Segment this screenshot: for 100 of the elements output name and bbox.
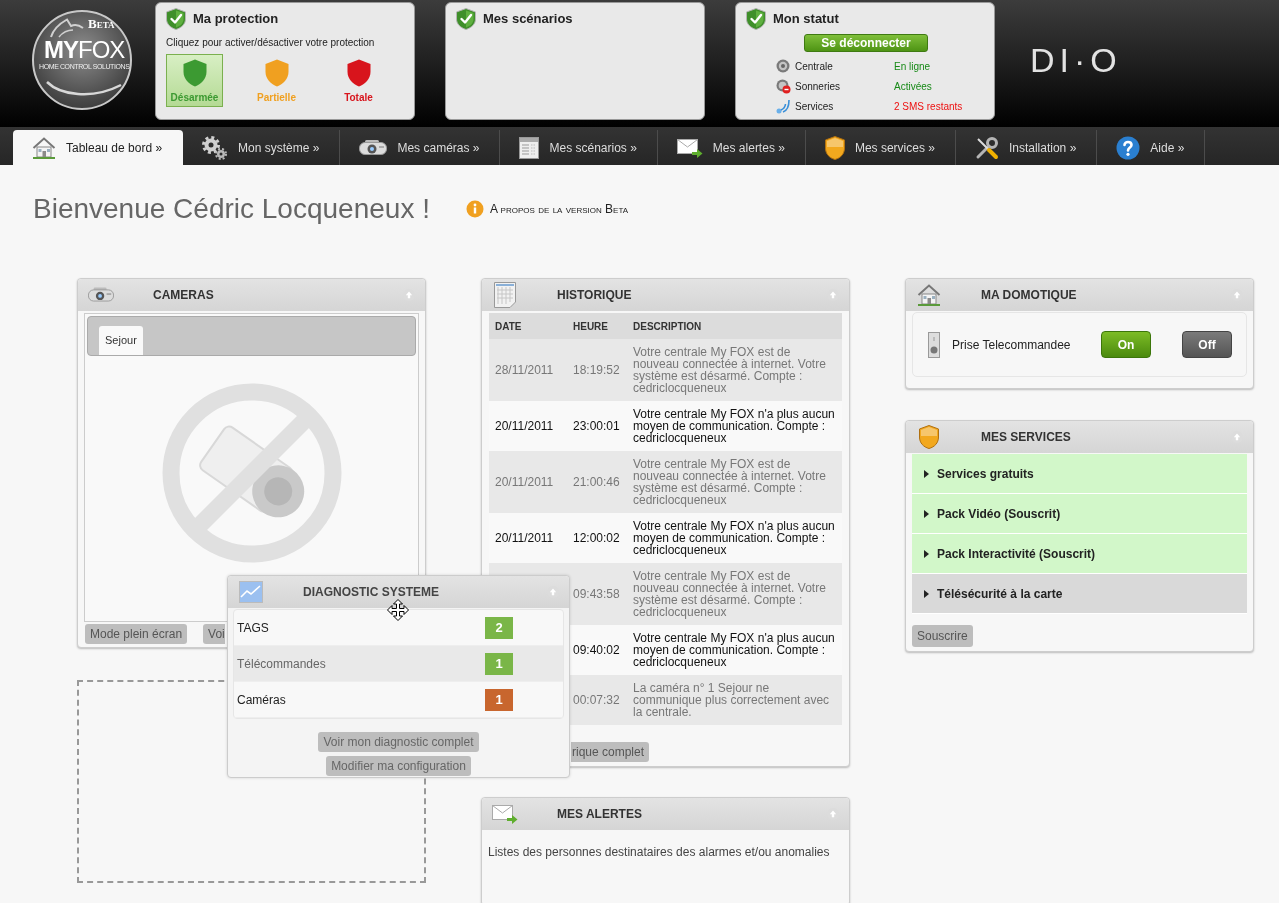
service-item[interactable]: Télésécurité à la carte <box>912 574 1247 614</box>
status-value: Activées <box>894 79 932 94</box>
nav-tab[interactable]: Installation » <box>955 130 1098 165</box>
panel-title: MES SERVICES <box>981 429 1071 446</box>
house-icon <box>32 136 56 159</box>
camera-action-button[interactable]: Mode plein écran <box>85 624 188 644</box>
shield-icon <box>919 425 939 449</box>
up-arrow-icon[interactable] <box>1231 431 1243 443</box>
protection-mode-button[interactable]: Totale <box>330 54 387 107</box>
device-name: Prise Telecommandee <box>952 336 1071 354</box>
history-button[interactable]: rique complet <box>571 742 650 762</box>
service-item[interactable]: Pack Vidéo (Souscrit) <box>912 494 1247 534</box>
date-cell: 20/11/2011 <box>489 513 567 563</box>
caret-icon <box>924 589 929 598</box>
projector-icon <box>88 286 114 304</box>
camera-action-button[interactable]: Voi <box>203 624 225 644</box>
brand-logo-text: DI·O <box>1030 42 1122 78</box>
description-cell: Votre centrale My FOX est de nouveau connectée à internet. Votre système est désarmé. Compte : cedriclocqueneux <box>627 451 842 513</box>
fox-drawing <box>50 18 84 38</box>
time-cell: 09:40:02 <box>567 625 627 675</box>
time-cell: 00:07:32 <box>567 675 627 725</box>
status-label: Services <box>795 99 835 114</box>
count-badge: 2 <box>485 616 513 639</box>
nav-tab[interactable]: Mes scénarios » <box>500 130 658 165</box>
count-badge: 1 <box>485 688 513 711</box>
description-cell: Votre centrale My FOX est de nouveau connectée à internet. Votre système est désarmé. Compte : cedriclocqueneux <box>627 563 842 625</box>
nav-tab[interactable]: Mon système » <box>183 130 341 165</box>
disc-alert-icon <box>776 78 791 94</box>
date-cell: 20/11/2011 <box>489 451 567 513</box>
nav-tab[interactable]: Mes services » <box>805 130 956 165</box>
status-value: 2 SMS restants <box>894 99 963 114</box>
nav-tab[interactable]: Tableau de bord » <box>13 130 184 165</box>
description-cell: Votre centrale My FOX est de nouveau connectée à internet. Votre système est désarmé. Compte : cedriclocqueneux <box>627 339 842 401</box>
time-cell: 23:00:01 <box>567 401 627 451</box>
off-button[interactable]: Off <box>1182 331 1232 358</box>
nav-tab[interactable]: Aide » <box>1097 130 1206 165</box>
about-link[interactable]: A propos de la version Beta <box>465 200 629 218</box>
protection-hint: Cliquez pour activer/désactiver votre protection <box>166 37 376 49</box>
caret-icon <box>924 509 929 518</box>
time-cell: 09:43:58 <box>567 563 627 625</box>
nav-tab[interactable]: Mes caméras » <box>340 130 501 165</box>
panel-title: CAMERAS <box>153 287 214 304</box>
shield-check-icon <box>456 8 476 30</box>
panel-title: DIAGNOSTIC SYSTEME <box>303 584 439 601</box>
panel-title: MES ALERTES <box>557 806 642 823</box>
status-label: Sonneries <box>795 79 842 94</box>
diagnostic-label: TAGS <box>237 619 269 637</box>
shield-icon <box>824 135 845 160</box>
camera-tab[interactable]: Sejour <box>99 326 143 355</box>
date-cell: 28/11/2011 <box>489 339 567 401</box>
status-label: Centrale <box>795 59 834 74</box>
date-cell: 20/11/2011 <box>489 401 567 451</box>
form-icon <box>519 136 540 159</box>
service-item[interactable]: Pack Interactivité (Souscrit) <box>912 534 1247 574</box>
gears-icon <box>202 135 229 160</box>
logo-wordmark: MYFOX <box>44 39 125 61</box>
document-icon <box>494 282 516 308</box>
description-cell: La caméra n° 1 Sejour ne communique plus correctement avec la centrale. <box>627 675 842 725</box>
nav-tab[interactable]: Mes alertes » <box>657 130 806 165</box>
info-icon <box>465 200 484 218</box>
help-icon <box>1116 135 1141 160</box>
column-header: DATE <box>489 313 567 339</box>
up-arrow-icon[interactable] <box>827 289 839 301</box>
description-cell: Votre centrale My FOX n'a plus aucun moyen de communication. Compte : cedriclocqueneux <box>627 625 842 675</box>
description-cell: Votre centrale My FOX n'a plus aucun moyen de communication. Compte : cedriclocqueneux <box>627 401 842 451</box>
projector-icon <box>359 138 388 157</box>
caret-icon <box>924 469 929 478</box>
subscribe-button[interactable]: Souscrire <box>912 625 973 647</box>
signal-icon <box>776 98 790 114</box>
disc-icon <box>776 59 790 73</box>
panel-title: Mon statut <box>773 10 839 29</box>
envelope-icon <box>676 136 703 159</box>
service-item[interactable]: Services gratuits <box>912 454 1247 494</box>
tools-icon <box>974 135 999 160</box>
up-arrow-icon[interactable] <box>403 289 415 301</box>
panel-title: Ma protection <box>193 10 279 29</box>
diagnostic-label: Caméras <box>237 691 286 709</box>
caret-icon <box>924 549 929 558</box>
up-arrow-icon[interactable] <box>547 586 559 598</box>
alerts-description: Listes des personnes destinataires des alarmes et/ou anomalies <box>487 844 831 861</box>
description-cell: Votre centrale My FOX n'a plus aucun moyen de communication. Compte : cedriclocqueneux <box>627 513 842 563</box>
panel-title: Mes scénarios <box>483 10 573 29</box>
time-cell: 21:00:46 <box>567 451 627 513</box>
time-cell: 12:00:02 <box>567 513 627 563</box>
power-socket-icon <box>928 331 940 358</box>
shield-check-icon <box>746 8 766 30</box>
column-header: DESCRIPTION <box>627 313 842 339</box>
diagnostic-label: Télécommandes <box>237 655 326 673</box>
up-arrow-icon[interactable] <box>827 808 839 820</box>
logo-beta-label: Beta <box>88 17 115 31</box>
chart-icon <box>239 581 263 603</box>
time-cell: 18:19:52 <box>567 339 627 401</box>
up-arrow-icon[interactable] <box>1231 289 1243 301</box>
panel-title: MA DOMOTIQUE <box>981 287 1077 304</box>
column-header: HEURE <box>567 313 627 339</box>
panel-title: HISTORIQUE <box>557 287 632 304</box>
welcome-title: Bienvenue Cédric Locqueneux ! <box>33 193 430 225</box>
status-value: En ligne <box>894 59 931 74</box>
envelope-icon <box>492 803 518 825</box>
house-icon <box>917 284 941 306</box>
